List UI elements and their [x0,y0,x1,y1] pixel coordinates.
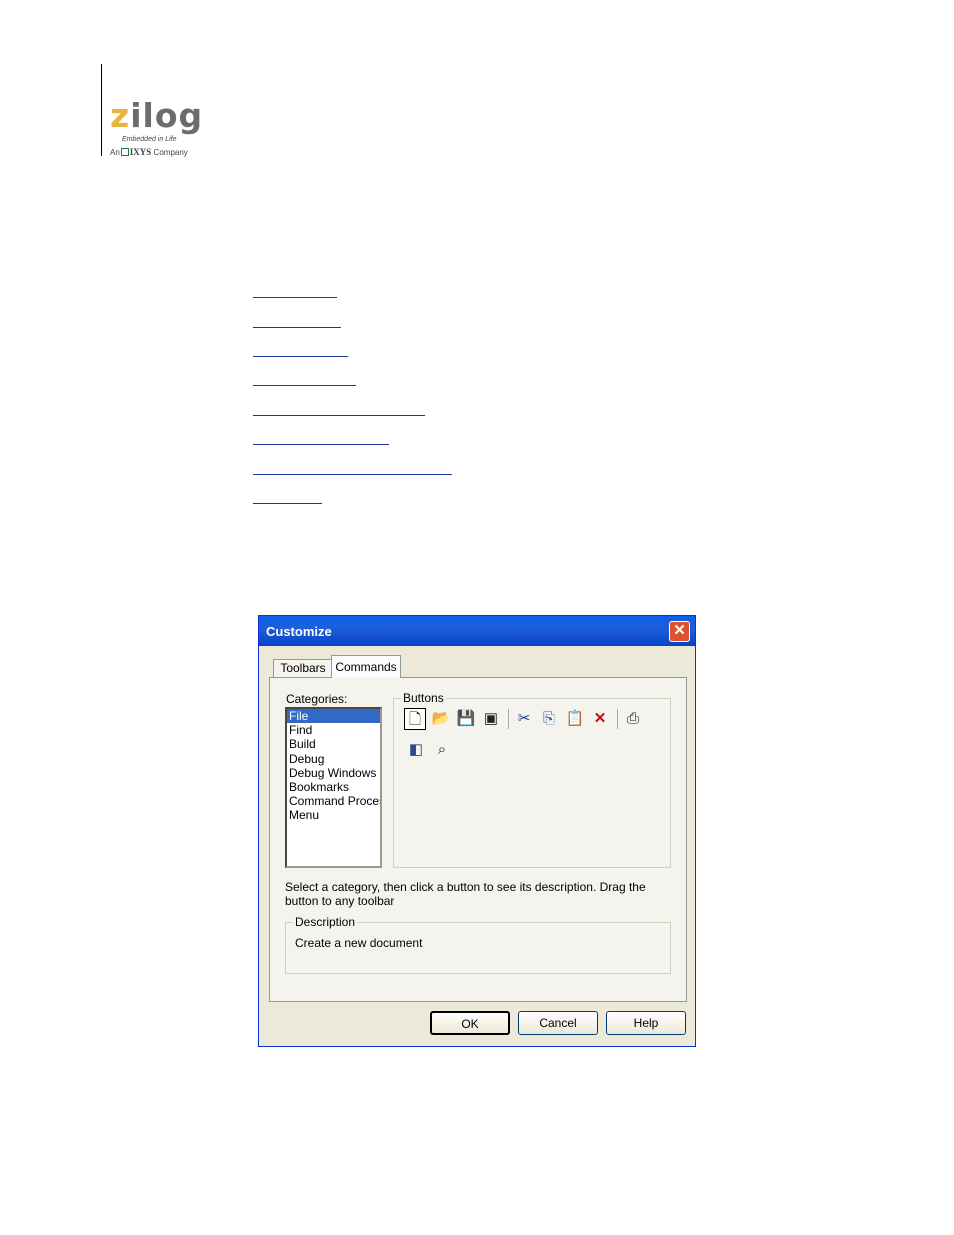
open-icon[interactable]: 📂 [430,708,452,730]
dialog-titlebar[interactable]: Customize ✕ [259,616,695,646]
copy-icon[interactable]: ⎘ [538,708,560,730]
list-item[interactable]: Command Proces [287,794,380,808]
list-item[interactable]: Debug [287,752,380,766]
buttons-group: Buttons 🗋 📂 💾 ▣ ✂ ⎘ 📋 ✕ ⎙ ◧ ⌕ [393,691,671,868]
hint-text: Select a category, then click a button t… [285,880,646,908]
ok-button[interactable]: OK [430,1011,510,1035]
print-icon[interactable]: ⎙ [622,708,644,730]
description-text: Create a new document [295,936,423,950]
link-underline[interactable] [253,385,356,386]
link-underline[interactable] [253,474,452,475]
new-document-icon[interactable]: 🗋 [404,708,426,730]
list-item[interactable]: Build [287,737,380,751]
link-underline[interactable] [253,444,389,445]
save-all-icon[interactable]: ▣ [480,708,502,730]
find-in-files-icon[interactable]: ⌕ [431,739,453,761]
dialog-title: Customize [266,624,332,639]
description-group: Description Create a new document [285,915,671,974]
categories-label: Categories: [286,692,348,706]
buttons-label: Buttons [401,691,446,705]
cancel-button[interactable]: Cancel [518,1011,598,1035]
save-icon[interactable]: 💾 [455,708,477,730]
list-item[interactable]: Menu [287,808,380,822]
link-underline[interactable] [253,297,337,298]
close-icon[interactable]: ✕ [669,621,690,642]
help-button[interactable]: Help [606,1011,686,1035]
delete-icon[interactable]: ✕ [589,708,611,730]
list-item[interactable]: Bookmarks [287,780,380,794]
paste-icon[interactable]: 📋 [564,708,586,730]
tab-toolbars[interactable]: Toolbars [273,659,333,678]
logo-company: An IXYS Company [110,147,188,157]
logo-tagline: Embedded in Life [122,136,177,143]
zilog-logo: zilog Embedded in Life An IXYS Company [110,96,204,158]
header-divider [101,64,102,156]
cut-icon[interactable]: ✂ [513,708,535,730]
link-underline[interactable] [253,503,322,504]
link-underline[interactable] [253,415,425,416]
workspace-icon[interactable]: ◧ [405,739,427,761]
list-item[interactable]: File [287,709,380,724]
link-underline[interactable] [253,327,341,328]
list-item[interactable]: Debug Windows [287,766,380,780]
customize-dialog: Customize ✕ Toolbars Commands Categories… [258,615,696,1047]
list-item[interactable]: Find [287,723,380,737]
link-underline[interactable] [253,356,348,357]
toolbar-separator [508,709,509,729]
description-label: Description [293,915,358,929]
tab-commands[interactable]: Commands [331,655,401,678]
toolbar-separator [617,709,618,729]
categories-list[interactable]: File Find Build Debug Debug Windows Book… [285,707,382,868]
